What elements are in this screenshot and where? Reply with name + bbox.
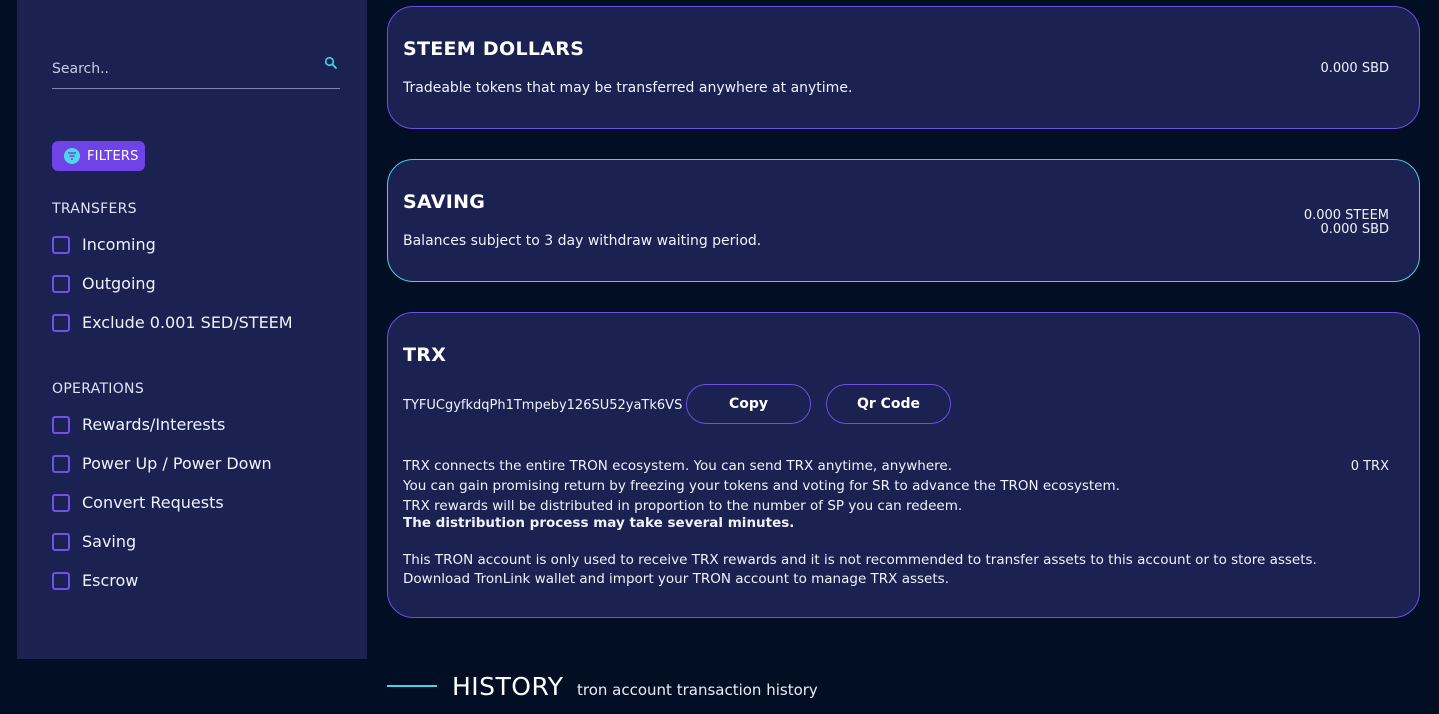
filter-convert[interactable]: Convert Requests — [52, 493, 224, 512]
filter-saving[interactable]: Saving — [52, 532, 136, 551]
saving-value-steem: 0.000 STEEM — [1303, 208, 1389, 223]
copy-button[interactable]: Copy — [686, 384, 811, 424]
history-subtitle: tron account transaction history — [577, 681, 818, 699]
trx-distribution-note: The distribution process may take severa… — [403, 515, 795, 531]
qr-code-button[interactable]: Qr Code — [826, 384, 951, 424]
saving-label: Saving — [82, 532, 137, 551]
steem-dollars-description: Tradeable tokens that may be transferred… — [403, 80, 853, 96]
filters-label: FILTERS — [87, 148, 139, 164]
outgoing-checkbox[interactable] — [52, 274, 70, 293]
sidebar: FILTERS TRANSFERS Incoming Outgoing Excl… — [17, 0, 367, 659]
saving-card: SAVING Balances subject to 3 day withdra… — [387, 159, 1420, 282]
power-checkbox[interactable] — [52, 454, 70, 473]
filter-outgoing[interactable]: Outgoing — [52, 274, 156, 293]
filter-exclude-small[interactable]: Exclude 0.001 SED/STEEM — [52, 313, 293, 332]
saving-checkbox[interactable] — [52, 532, 70, 551]
transfers-heading: TRANSFERS — [52, 201, 137, 217]
convert-label: Convert Requests — [82, 493, 224, 512]
steem-dollars-card: STEEM DOLLARS Tradeable tokens that may … — [387, 6, 1420, 129]
saving-description: Balances subject to 3 day withdraw waiti… — [403, 233, 762, 249]
saving-value-sbd: 0.000 SBD — [1320, 222, 1389, 237]
escrow-label: Escrow — [82, 571, 139, 590]
search-box — [52, 54, 340, 89]
steem-dollars-title: STEEM DOLLARS — [403, 38, 585, 60]
trx-card: TRX TYFUCgyfkdqPh1Tmpeby126SU52yaTk6VS C… — [387, 312, 1420, 618]
filter-icon — [64, 148, 80, 164]
rewards-checkbox[interactable] — [52, 415, 70, 434]
trx-title: TRX — [403, 344, 447, 366]
history-accent-line — [387, 685, 437, 687]
rewards-label: Rewards/Interests — [82, 415, 226, 434]
trx-account-note: This TRON account is only used to receiv… — [403, 552, 1317, 568]
search-input[interactable] — [52, 58, 312, 80]
outgoing-label: Outgoing — [82, 274, 156, 293]
filters-button[interactable]: FILTERS — [52, 141, 145, 171]
trx-tronlink-note: Download TronLink wallet and import your… — [403, 571, 949, 587]
convert-checkbox[interactable] — [52, 493, 70, 512]
incoming-checkbox[interactable] — [52, 235, 70, 254]
trx-info-line: TRX connects the entire TRON ecosystem. … — [403, 458, 953, 474]
search-icon[interactable] — [324, 56, 338, 70]
operations-heading: OPERATIONS — [52, 381, 145, 397]
history-title: HISTORY — [452, 672, 564, 701]
saving-title: SAVING — [403, 191, 486, 213]
exclude-small-checkbox[interactable] — [52, 313, 70, 332]
trx-info-line: You can gain promising return by freezin… — [403, 478, 1120, 494]
escrow-checkbox[interactable] — [52, 571, 70, 590]
filter-incoming[interactable]: Incoming — [52, 235, 156, 254]
exclude-small-label: Exclude 0.001 SED/STEEM — [82, 313, 293, 332]
incoming-label: Incoming — [82, 235, 156, 254]
filter-escrow[interactable]: Escrow — [52, 571, 138, 590]
steem-dollars-value: 0.000 SBD — [1320, 61, 1389, 76]
power-label: Power Up / Power Down — [82, 454, 272, 473]
trx-address: TYFUCgyfkdqPh1Tmpeby126SU52yaTk6VS — [403, 398, 683, 413]
trx-value: 0 TRX — [1350, 459, 1389, 474]
filter-power[interactable]: Power Up / Power Down — [52, 454, 272, 473]
filter-rewards[interactable]: Rewards/Interests — [52, 415, 225, 434]
